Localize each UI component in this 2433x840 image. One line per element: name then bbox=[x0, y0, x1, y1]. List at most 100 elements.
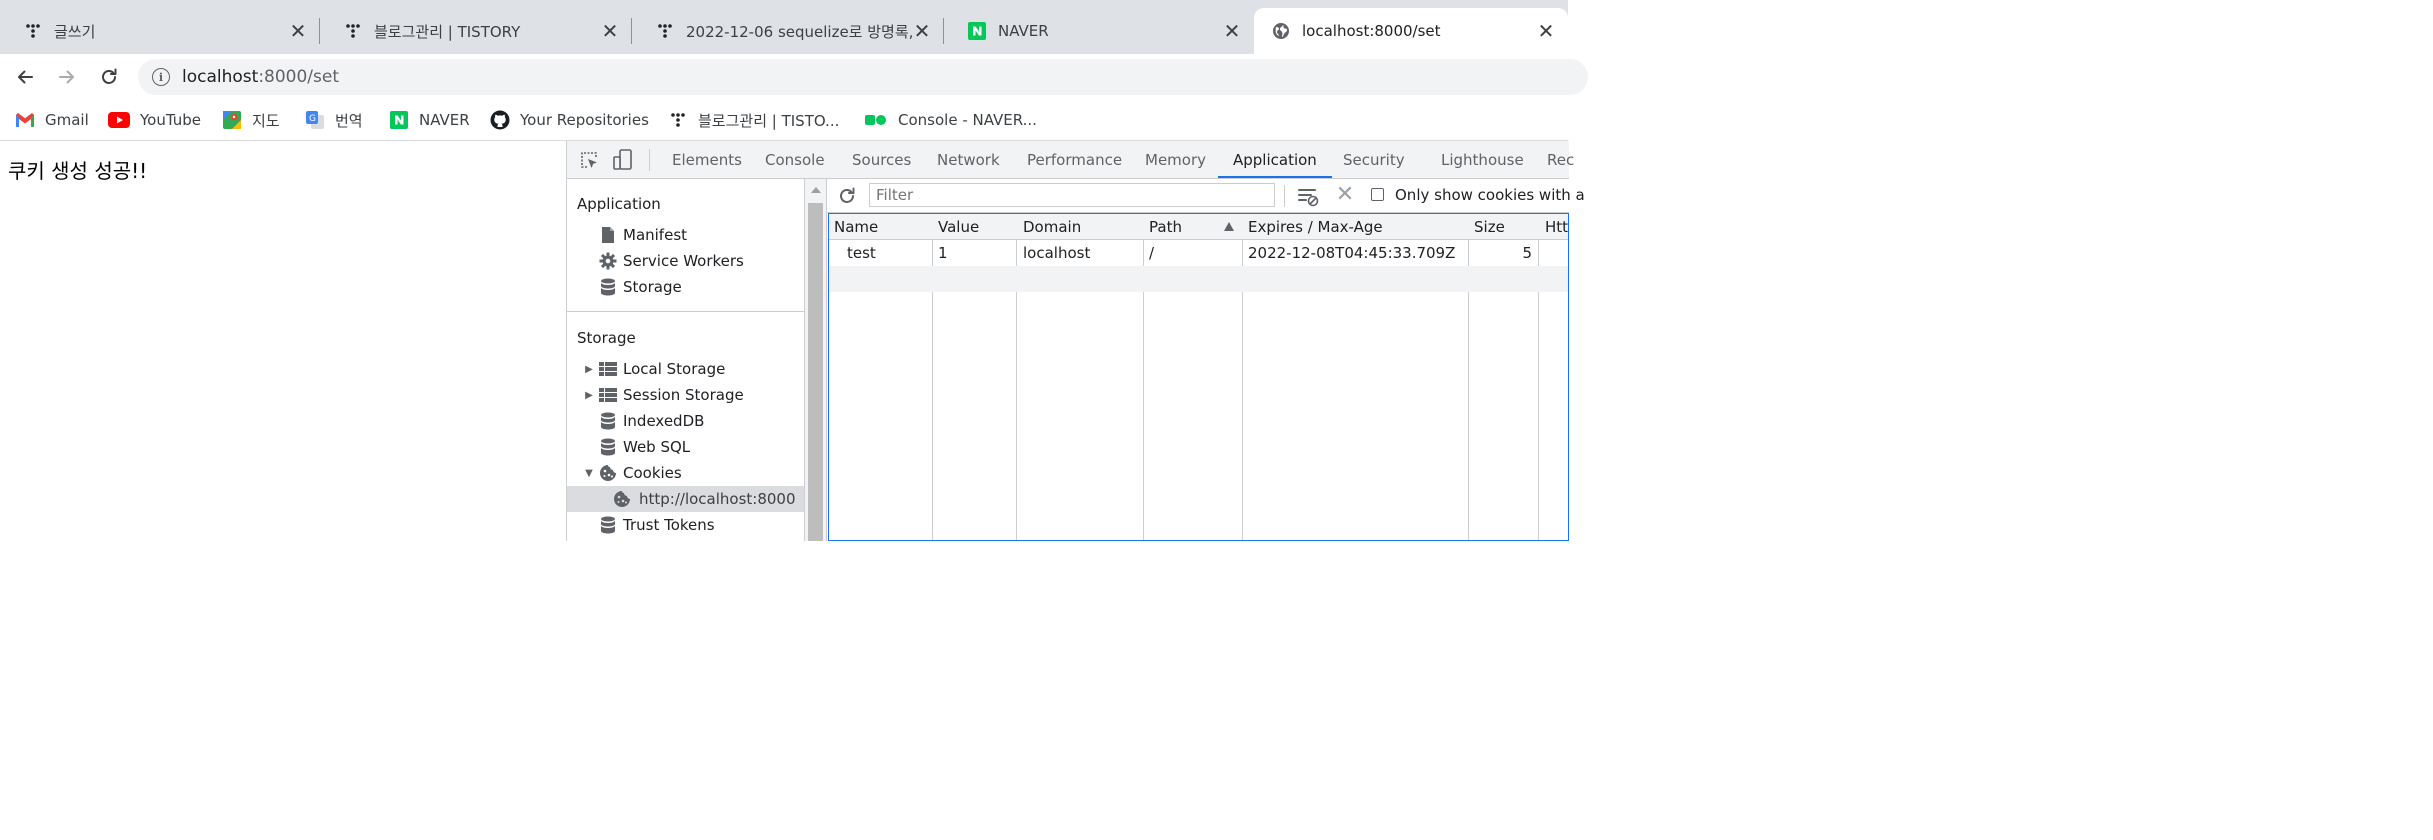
sidebar-item-session-storage[interactable]: ▶ Session Storage bbox=[567, 382, 804, 408]
forward-button[interactable] bbox=[53, 63, 81, 91]
table-header: Name Value Domain Path Expires / Max-Age… bbox=[829, 214, 1568, 240]
cookies-toolbar: ✕ Only show cookies with a bbox=[827, 179, 1585, 213]
sidebar-item-indexeddb[interactable]: IndexedDB bbox=[567, 408, 804, 434]
tistory-icon bbox=[656, 22, 674, 40]
tab-write[interactable]: 글쓰기 ✕ bbox=[0, 8, 320, 54]
close-icon[interactable]: ✕ bbox=[912, 21, 932, 41]
url-text[interactable]: localhost:8000/set bbox=[182, 67, 339, 87]
document-icon bbox=[599, 226, 617, 244]
tab-localhost[interactable]: localhost:8000/set ✕ bbox=[1254, 8, 1568, 54]
gmail-icon bbox=[15, 110, 35, 130]
column-header-path[interactable]: Path bbox=[1149, 214, 1182, 240]
column-header-name[interactable]: Name bbox=[834, 214, 878, 240]
clear-all-icon[interactable]: ✕ bbox=[1335, 183, 1355, 207]
tab-title: NAVER bbox=[998, 22, 1049, 40]
triangle-right-icon[interactable]: ▶ bbox=[584, 390, 594, 401]
arrow-right-icon bbox=[59, 70, 74, 84]
table-icon bbox=[599, 360, 617, 378]
tab-naver[interactable]: NAVER ✕ bbox=[944, 8, 1254, 54]
sidebar-item-web-sql[interactable]: Web SQL bbox=[567, 434, 804, 460]
bookmark-translate[interactable]: G 번역 bbox=[305, 108, 363, 132]
bookmark-label: 번역 bbox=[335, 111, 363, 130]
sidebar-item-local-storage[interactable]: ▶ Local Storage bbox=[567, 356, 804, 382]
column-header-value[interactable]: Value bbox=[938, 214, 979, 240]
bookmarks-bar: Gmail YouTube 지도 G 번역 NAVER Your Reposit… bbox=[0, 100, 1568, 141]
refresh-icon[interactable] bbox=[837, 186, 857, 206]
scroll-up-icon[interactable] bbox=[811, 187, 821, 193]
tab-recorder[interactable]: Rec bbox=[1547, 141, 1574, 178]
info-icon[interactable]: i bbox=[152, 68, 170, 86]
cookie-icon bbox=[599, 464, 617, 482]
bookmark-naver[interactable]: NAVER bbox=[389, 108, 470, 132]
table-icon bbox=[599, 386, 617, 404]
only-show-issues-checkbox[interactable] bbox=[1371, 188, 1384, 201]
cookie-path: / bbox=[1149, 244, 1155, 262]
address-bar[interactable]: i localhost:8000/set bbox=[138, 59, 1588, 95]
column-header-expires[interactable]: Expires / Max-Age bbox=[1248, 214, 1383, 240]
tab-memory[interactable]: Memory bbox=[1145, 141, 1206, 178]
tab-blog-admin[interactable]: 블로그관리 | TISTORY ✕ bbox=[320, 8, 632, 54]
tab-performance[interactable]: Performance bbox=[1027, 141, 1122, 178]
bookmark-github[interactable]: Your Repositories bbox=[490, 108, 649, 132]
maps-icon bbox=[222, 110, 242, 130]
bookmark-label: Your Repositories bbox=[520, 111, 649, 129]
arrow-left-icon bbox=[18, 70, 33, 84]
bookmark-naver-console[interactable]: Console - NAVER... bbox=[864, 108, 1037, 132]
bookmark-maps[interactable]: 지도 bbox=[222, 108, 280, 132]
reload-button[interactable] bbox=[95, 63, 123, 91]
tab-title: 글쓰기 bbox=[54, 22, 96, 41]
back-button[interactable] bbox=[11, 63, 39, 91]
column-header-httponly[interactable]: Htt bbox=[1545, 214, 1568, 240]
sidebar-item-service-workers[interactable]: Service Workers bbox=[567, 248, 804, 274]
tab-console[interactable]: Console bbox=[765, 141, 825, 178]
tistory-icon bbox=[668, 110, 688, 130]
tab-sources[interactable]: Sources bbox=[852, 141, 911, 178]
bookmark-label: 블로그관리 | TISTO... bbox=[698, 111, 840, 130]
column-header-size[interactable]: Size bbox=[1474, 214, 1505, 240]
sidebar-item-cookies[interactable]: ▼ Cookies bbox=[567, 460, 804, 486]
tab-lighthouse[interactable]: Lighthouse bbox=[1441, 141, 1524, 178]
tab-elements[interactable]: Elements bbox=[672, 141, 742, 178]
tab-network[interactable]: Network bbox=[937, 141, 1000, 178]
sidebar-scrollbar[interactable] bbox=[805, 179, 827, 541]
page-viewport: 쿠키 생성 성공!! bbox=[0, 141, 566, 541]
naver-icon bbox=[389, 110, 409, 130]
bookmark-gmail[interactable]: Gmail bbox=[15, 108, 89, 132]
reload-icon bbox=[102, 68, 117, 84]
bookmark-label: NAVER bbox=[419, 111, 470, 129]
sidebar-item-manifest[interactable]: Manifest bbox=[567, 222, 804, 248]
cookie-value: 1 bbox=[938, 244, 948, 262]
svg-text:G: G bbox=[309, 114, 316, 124]
close-icon[interactable]: ✕ bbox=[1536, 21, 1556, 41]
filter-input[interactable] bbox=[869, 183, 1275, 207]
device-toolbar-icon[interactable] bbox=[612, 149, 634, 171]
tab-security[interactable]: Security bbox=[1343, 141, 1405, 178]
triangle-down-icon[interactable]: ▼ bbox=[584, 468, 594, 479]
section-header-application: Application bbox=[577, 195, 661, 213]
cookie-expires: 2022-12-08T04:45:33.709Z bbox=[1248, 244, 1456, 262]
column-header-domain[interactable]: Domain bbox=[1023, 214, 1081, 240]
clear-filtered-icon[interactable] bbox=[1297, 185, 1319, 207]
bookmark-blog-admin[interactable]: 블로그관리 | TISTO... bbox=[668, 108, 839, 132]
globe-icon bbox=[1272, 22, 1290, 40]
application-sidebar: Application Manifest Service Workers Sto… bbox=[567, 179, 805, 541]
tab-application[interactable]: Application bbox=[1218, 141, 1332, 178]
triangle-right-icon[interactable]: ▶ bbox=[584, 364, 594, 375]
cookies-table: Name Value Domain Path Expires / Max-Age… bbox=[828, 213, 1569, 541]
sidebar-item-trust-tokens[interactable]: Trust Tokens bbox=[567, 512, 804, 538]
youtube-icon bbox=[108, 110, 130, 130]
tab-sequelize-post[interactable]: 2022-12-06 sequelize로 방명록, ✕ bbox=[632, 8, 944, 54]
close-icon[interactable]: ✕ bbox=[1222, 21, 1242, 41]
table-row[interactable]: test 1 localhost / 2022-12-08T04:45:33.7… bbox=[829, 240, 1568, 266]
devtools-tab-bar: Elements Console Sources Network Perform… bbox=[567, 141, 1574, 179]
sidebar-item-cookie-origin[interactable]: http://localhost:8000 bbox=[567, 486, 804, 512]
close-icon[interactable]: ✕ bbox=[600, 21, 620, 41]
scrollbar-thumb[interactable] bbox=[808, 203, 823, 541]
close-icon[interactable]: ✕ bbox=[288, 21, 308, 41]
cookie-name: test bbox=[847, 244, 876, 262]
sidebar-item-storage-overview[interactable]: Storage bbox=[567, 274, 804, 300]
github-icon bbox=[490, 110, 510, 130]
tab-title: 블로그관리 | TISTORY bbox=[374, 22, 521, 41]
inspect-element-icon[interactable] bbox=[578, 149, 600, 171]
bookmark-youtube[interactable]: YouTube bbox=[108, 108, 201, 132]
